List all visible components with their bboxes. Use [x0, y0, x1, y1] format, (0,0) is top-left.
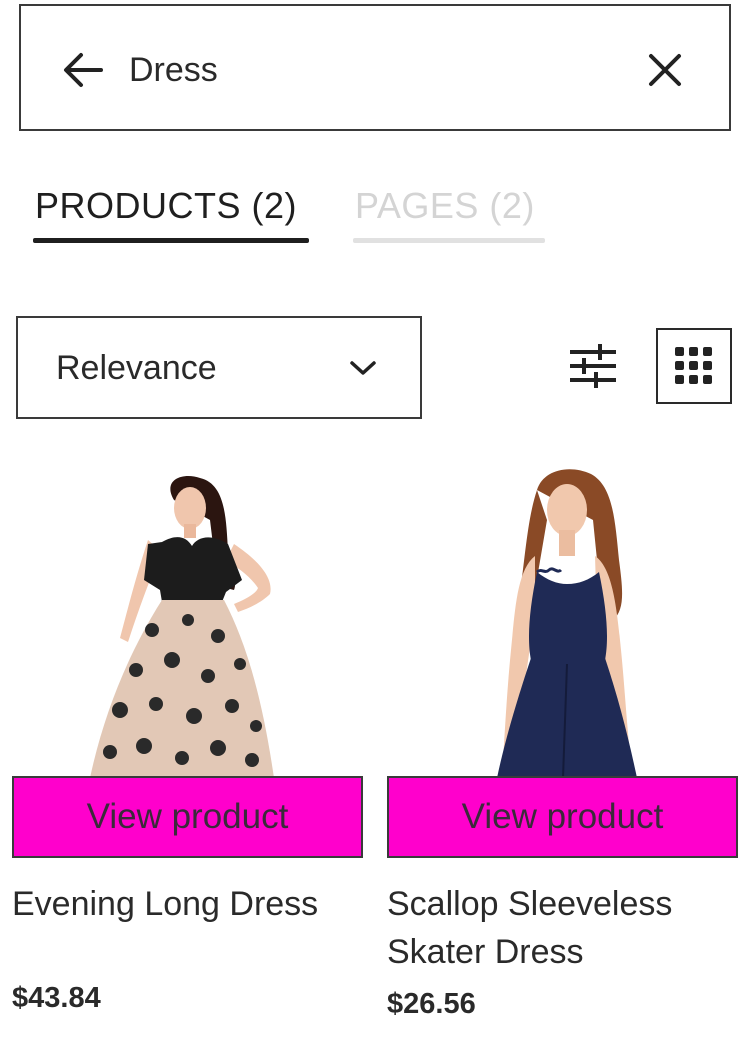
- product-name[interactable]: Evening Long Dress: [12, 880, 364, 928]
- sort-selected-value: Relevance: [56, 349, 217, 387]
- grid-icon: [675, 347, 712, 384]
- product-price: $26.56: [387, 988, 476, 1020]
- tab-products-underline: [33, 238, 309, 243]
- close-icon[interactable]: [645, 50, 685, 90]
- product-price: $43.84: [12, 982, 101, 1014]
- search-bar: [19, 4, 731, 131]
- product-image[interactable]: [387, 460, 739, 778]
- view-product-button[interactable]: View product: [387, 776, 738, 858]
- sliders-icon[interactable]: [570, 344, 616, 388]
- sort-select[interactable]: Relevance: [16, 316, 422, 419]
- search-input[interactable]: [129, 46, 609, 94]
- product-name[interactable]: Scallop Sleeveless Skater Dress: [387, 880, 739, 976]
- tab-products[interactable]: PRODUCTS (2): [33, 183, 309, 243]
- chevron-down-icon: [350, 361, 376, 375]
- product-image[interactable]: [12, 460, 364, 778]
- grid-view-toggle[interactable]: [656, 328, 732, 404]
- tab-pages-label: PAGES (2): [355, 185, 535, 226]
- tab-pages[interactable]: PAGES (2): [353, 183, 545, 243]
- tab-products-label: PRODUCTS (2): [35, 185, 298, 226]
- view-product-button[interactable]: View product: [12, 776, 363, 858]
- tab-pages-underline: [353, 238, 545, 243]
- arrow-left-icon[interactable]: [61, 50, 105, 90]
